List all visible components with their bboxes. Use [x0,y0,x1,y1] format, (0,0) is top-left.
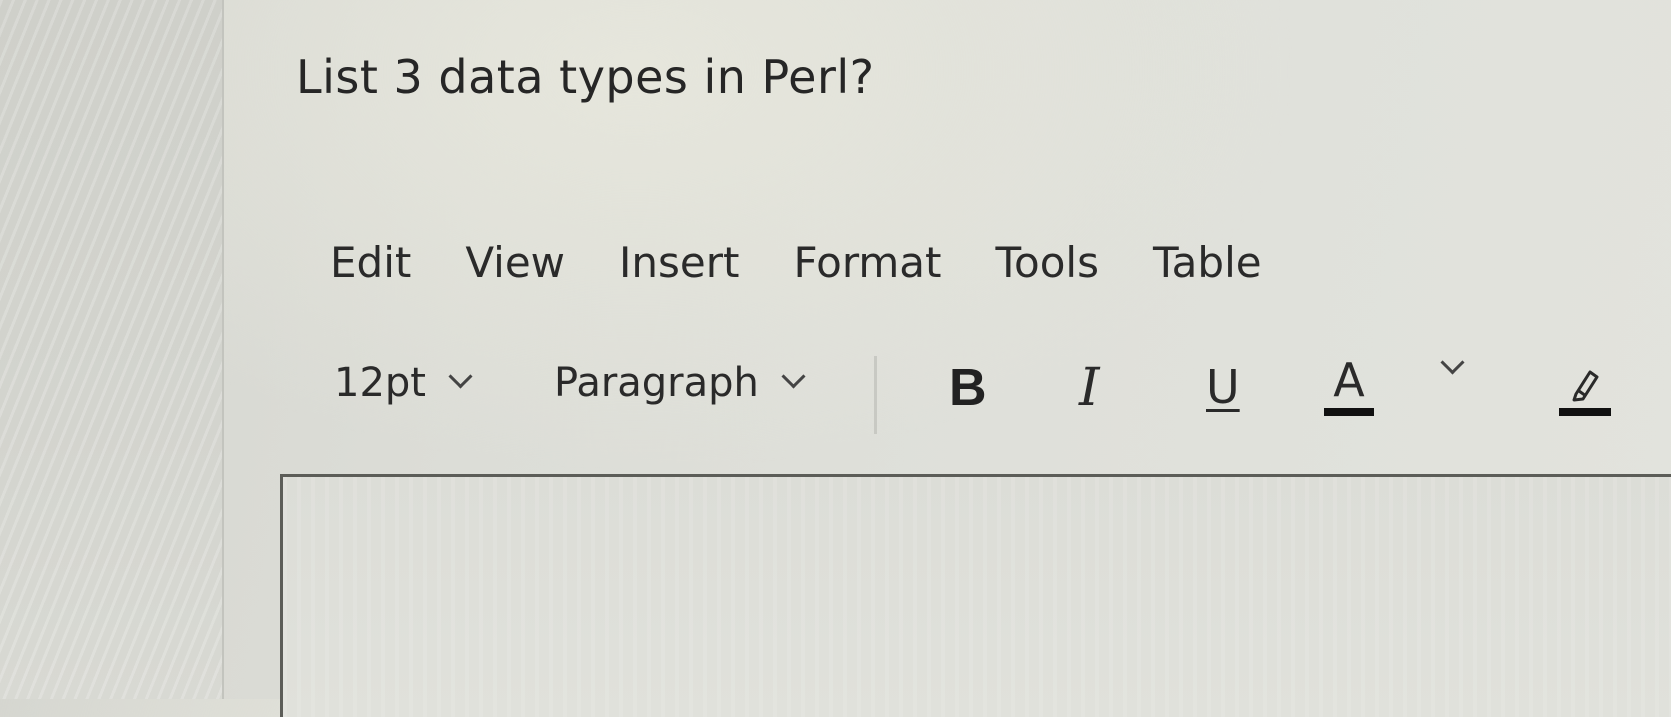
bold-button[interactable]: B [949,358,987,418]
text-color-icon: A [1333,353,1365,407]
chevron-down-icon [781,363,806,389]
menu-format[interactable]: Format [793,238,941,287]
editor-menubar: Edit View Insert Format Tools Table [330,238,1316,287]
text-color-dropdown-button[interactable] [1440,350,1465,375]
bold-icon: B [949,359,987,417]
font-size-select[interactable]: 12pt [334,360,473,406]
menu-tools[interactable]: Tools [996,238,1099,287]
chevron-down-icon [448,363,473,389]
block-format-value: Paragraph [554,360,759,406]
block-format-select[interactable]: Paragraph [554,360,806,406]
editor-toolbar: 12pt Paragraph B I U A [334,350,1671,434]
chevron-down-icon [1440,350,1465,375]
highlight-pen-icon [1572,370,1599,402]
menu-edit[interactable]: Edit [330,238,411,287]
text-color-button[interactable]: A [1324,354,1374,416]
highlight-color-button[interactable] [1559,364,1611,416]
left-panel-edge [0,0,224,699]
question-text: List 3 data types in Perl? [296,50,875,104]
italic-icon: I [1079,358,1100,418]
highlight-color-swatch [1559,408,1611,416]
menu-insert[interactable]: Insert [619,238,739,287]
answer-text-area[interactable] [280,474,1671,717]
underline-button[interactable]: U [1206,360,1240,414]
text-color-swatch [1324,408,1374,416]
underline-icon: U [1206,360,1240,414]
menu-table[interactable]: Table [1153,238,1262,287]
font-size-value: 12pt [334,360,426,406]
italic-button[interactable]: I [1079,358,1100,418]
toolbar-divider [874,356,877,434]
menu-view[interactable]: View [465,238,565,287]
